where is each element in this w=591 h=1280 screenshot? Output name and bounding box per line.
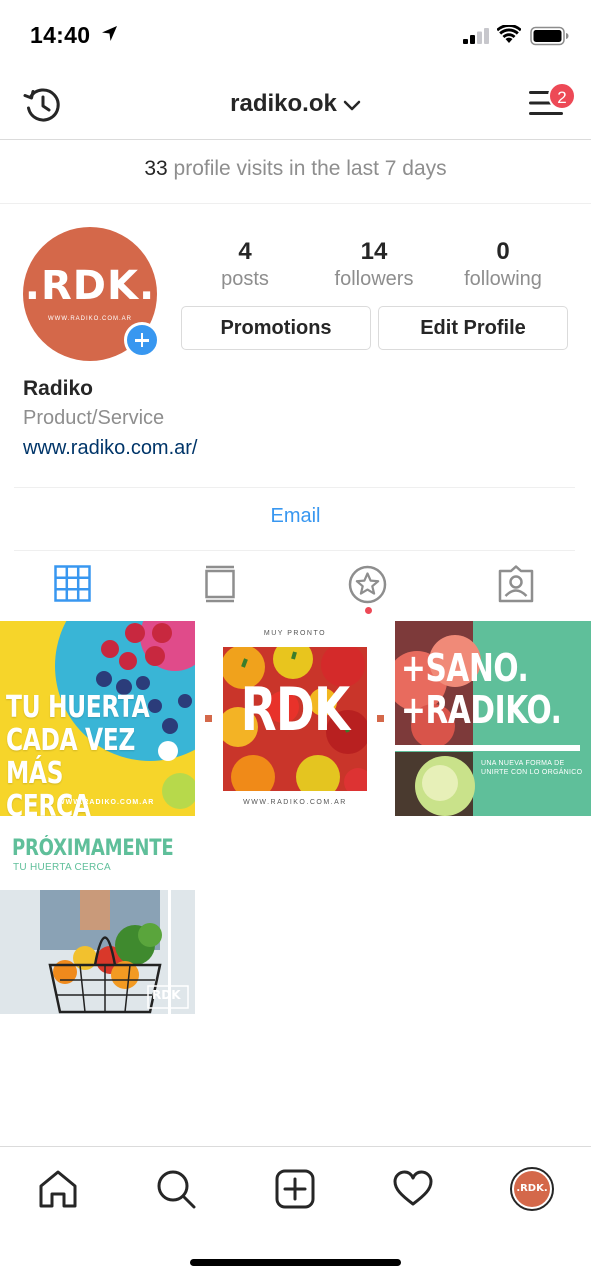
home-indicator (190, 1259, 401, 1266)
star-icon (348, 565, 387, 604)
grid-icon (54, 565, 91, 602)
stat-value: 14 (360, 238, 388, 265)
search-icon[interactable] (156, 1169, 196, 1214)
post-thumbnail[interactable]: +SANO. +RADIKO. UNA NUEVA FORMA DE UNIRT… (395, 621, 591, 816)
post-text-line: MÁS CERCA (6, 756, 91, 816)
tagged-icon (498, 565, 534, 603)
stat-label: followers (334, 268, 414, 290)
post-footer: WWW.RADIKO.COM.AR (243, 799, 347, 806)
post-thumbnail[interactable]: TU HUERTA CADA VEZ MÁS CERCA WWW.RADIKO.… (0, 621, 195, 816)
stat-posts[interactable]: 4 posts (180, 238, 310, 292)
chevron-down-icon (343, 91, 361, 119)
status-bar: 14:40 (0, 0, 591, 70)
home-icon[interactable] (38, 1169, 78, 1214)
post-thumbnail[interactable]: PRÓXIMAMENTE TU HUERTA CERCA RDK (0, 818, 195, 1014)
stat-value: 0 (496, 238, 510, 265)
post-decoration (205, 715, 212, 722)
post-logo: RDK (152, 988, 181, 1002)
username-switcher[interactable]: radiko.ok (0, 90, 591, 119)
post-title: PRÓXIMAMENTE (12, 836, 174, 861)
stat-label: following (464, 268, 542, 290)
tab-grid[interactable] (54, 565, 91, 607)
profile-category: Product/Service (23, 407, 165, 429)
avatar-logo: .RDK. (24, 263, 156, 309)
post-top-text: MUY PRONTO (263, 630, 327, 637)
battery-icon (530, 26, 570, 51)
stat-following[interactable]: 0 following (438, 238, 568, 292)
stat-followers[interactable]: 14 followers (309, 238, 439, 292)
post-subtitle: TU HUERTA CERCA (13, 862, 112, 873)
profile-tab-logo: .RDK. (514, 1171, 550, 1207)
wifi-icon (496, 24, 522, 49)
profile-website-link[interactable]: www.radiko.com.ar/ (23, 437, 198, 460)
edit-profile-button[interactable]: Edit Profile (378, 306, 568, 350)
post-text-line: CADA VEZ (6, 723, 135, 758)
profile-tab-avatar[interactable]: .RDK. (510, 1167, 554, 1211)
post-footer: WWW.RADIKO.COM.AR (58, 799, 155, 806)
new-items-dot (365, 607, 372, 614)
post-text-line: +RADIKO. (401, 688, 562, 732)
stat-value: 4 (238, 238, 252, 265)
visits-count: 33 (144, 157, 168, 180)
post-subtext: UNA NUEVA FORMA DE (481, 760, 565, 767)
tab-tagged[interactable] (497, 565, 535, 608)
email-contact-button[interactable]: Email (0, 505, 591, 528)
notification-badge: 2 (548, 82, 576, 110)
signal-icon (463, 28, 490, 49)
stat-label: posts (221, 268, 269, 290)
tab-igtv[interactable] (203, 565, 237, 608)
username-label: radiko.ok (230, 90, 337, 117)
profile-name: Radiko (23, 377, 94, 400)
visits-text: profile visits in the last 7 days (173, 157, 447, 180)
profile-header-bar: radiko.ok 2 (0, 70, 591, 140)
post-logo: RDK (240, 675, 351, 745)
add-story-button[interactable] (124, 322, 160, 358)
add-post-icon[interactable] (275, 1169, 315, 1214)
profile-visits-banner[interactable]: 33 profile visits in the last 7 days (0, 140, 591, 204)
post-subtext: UNIRTE CON LO ORGÁNICO (481, 769, 583, 776)
post-text-line: +SANO. (401, 646, 529, 690)
post-thumbnail[interactable]: MUY PRONTO RDK WWW.RADIKO.COM.AR (197, 621, 393, 816)
avatar-logo-sub: WWW.RADIKO.COM.AR (48, 316, 132, 322)
tab-saved[interactable] (348, 565, 387, 609)
status-time: 14:40 (30, 22, 91, 48)
igtv-icon (205, 565, 235, 603)
divider (14, 550, 575, 551)
post-text-line: TU HUERTA (6, 690, 150, 725)
location-arrow-icon (101, 25, 118, 47)
divider (14, 487, 575, 488)
post-decoration (377, 715, 384, 722)
heart-icon[interactable] (393, 1169, 433, 1214)
promotions-button[interactable]: Promotions (181, 306, 371, 350)
